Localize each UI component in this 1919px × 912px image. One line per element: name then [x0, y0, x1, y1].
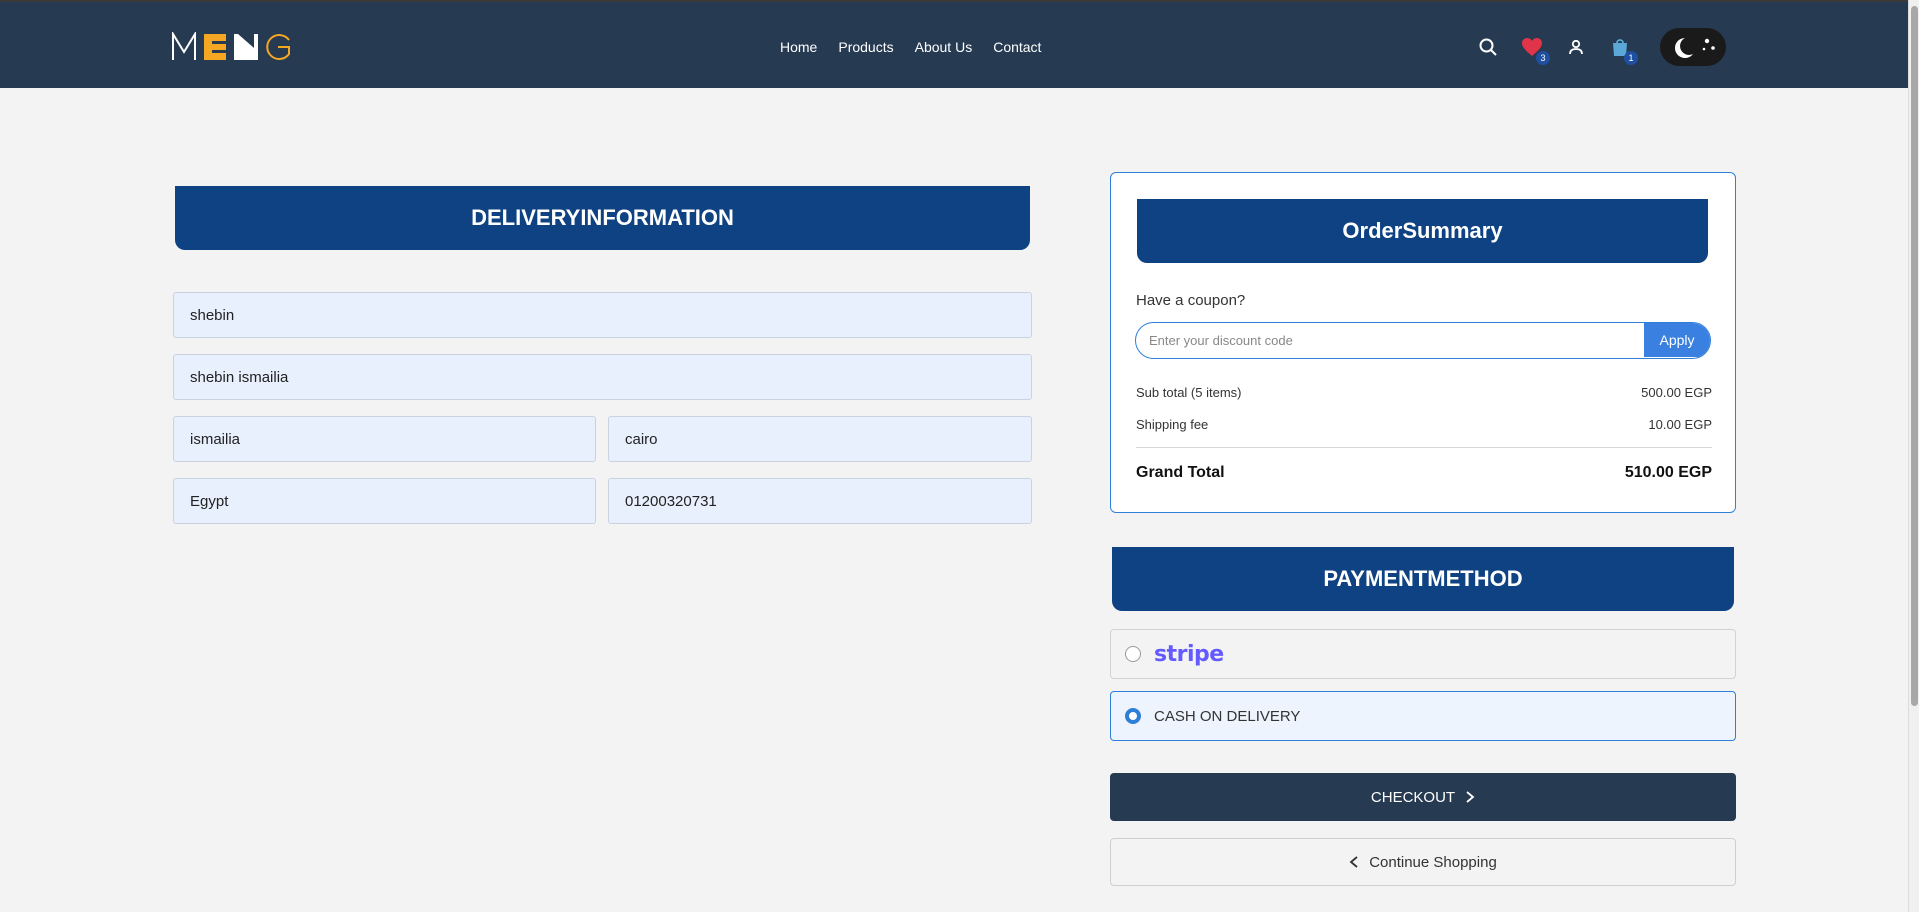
moon-stars-icon — [1675, 38, 1715, 58]
payment-header: PAYMENTMETHOD — [1112, 547, 1734, 611]
city-field[interactable] — [173, 416, 596, 462]
wishlist-count-badge: 3 — [1536, 51, 1550, 65]
address-field[interactable] — [173, 354, 1032, 400]
wishlist-button[interactable]: 3 — [1520, 35, 1550, 65]
user-icon — [1569, 39, 1583, 55]
chevron-left-icon — [1349, 856, 1358, 868]
cod-radio[interactable] — [1125, 708, 1141, 724]
grand-total-row: Grand Total 510.00 EGP — [1136, 464, 1712, 482]
cart-count-badge: 1 — [1624, 51, 1638, 65]
shipping-row: Shipping fee 10.00 EGP — [1136, 417, 1712, 432]
continue-shopping-button[interactable]: Continue Shopping — [1110, 838, 1736, 886]
cod-label: CASH ON DELIVERY — [1154, 707, 1301, 725]
nav-home-link[interactable]: Home — [780, 39, 817, 55]
shipping-value: 10.00 EGP — [1648, 417, 1712, 432]
chevron-right-icon — [1466, 791, 1475, 803]
payment-option-stripe[interactable]: stripe — [1110, 629, 1736, 679]
payment-option-cod[interactable]: CASH ON DELIVERY — [1110, 691, 1736, 741]
nav-contact-link[interactable]: Contact — [993, 39, 1041, 55]
coupon-label: Have a coupon? — [1136, 292, 1246, 309]
coupon-input[interactable] — [1136, 323, 1646, 357]
checkout-label: CHECKOUT — [1370, 788, 1456, 806]
meng-logo-icon — [172, 32, 290, 60]
grand-total-value: 510.00 EGP — [1624, 464, 1712, 481]
subtotal-label: Sub total (5 items) — [1136, 385, 1242, 400]
nav-icons: 3 1 — [1456, 28, 1726, 66]
search-button[interactable] — [1476, 35, 1500, 59]
checkout-button[interactable]: CHECKOUT — [1110, 773, 1736, 821]
phone-field[interactable] — [608, 478, 1032, 524]
stripe-logo: stripe — [1154, 641, 1224, 667]
summary-divider — [1136, 447, 1712, 448]
name-field[interactable] — [173, 292, 1032, 338]
order-summary-header: OrderSummary — [1137, 199, 1708, 263]
delivery-header: DELIVERYINFORMATION — [175, 186, 1030, 250]
theme-toggle[interactable] — [1660, 28, 1726, 66]
brand-logo[interactable] — [172, 30, 292, 64]
main-nav: Home Products About Us Contact — [780, 39, 1041, 55]
scrollbar-thumb[interactable] — [1911, 6, 1918, 706]
nav-products-link[interactable]: Products — [838, 39, 893, 55]
cart-button[interactable]: 1 — [1608, 35, 1638, 65]
page-scrollbar[interactable] — [1908, 0, 1919, 912]
coupon-group: Apply — [1135, 322, 1711, 359]
account-button[interactable] — [1564, 35, 1588, 59]
region-field[interactable] — [608, 416, 1032, 462]
apply-coupon-button[interactable]: Apply — [1644, 323, 1710, 357]
shipping-label: Shipping fee — [1136, 417, 1209, 432]
nav-about-link[interactable]: About Us — [915, 39, 973, 55]
grand-total-label: Grand Total — [1136, 464, 1225, 481]
stripe-radio[interactable] — [1125, 646, 1141, 662]
payment-title: PAYMENTMETHOD — [1323, 566, 1523, 591]
order-summary-title: OrderSummary — [1342, 218, 1503, 243]
navbar: Home Products About Us Contact 3 1 — [0, 0, 1908, 88]
country-field[interactable] — [173, 478, 596, 524]
subtotal-row: Sub total (5 items) 500.00 EGP — [1136, 385, 1712, 400]
subtotal-value: 500.00 EGP — [1641, 385, 1712, 400]
continue-shopping-label: Continue Shopping — [1369, 853, 1497, 871]
search-icon — [1479, 38, 1497, 56]
delivery-title: DELIVERYINFORMATION — [471, 205, 734, 230]
